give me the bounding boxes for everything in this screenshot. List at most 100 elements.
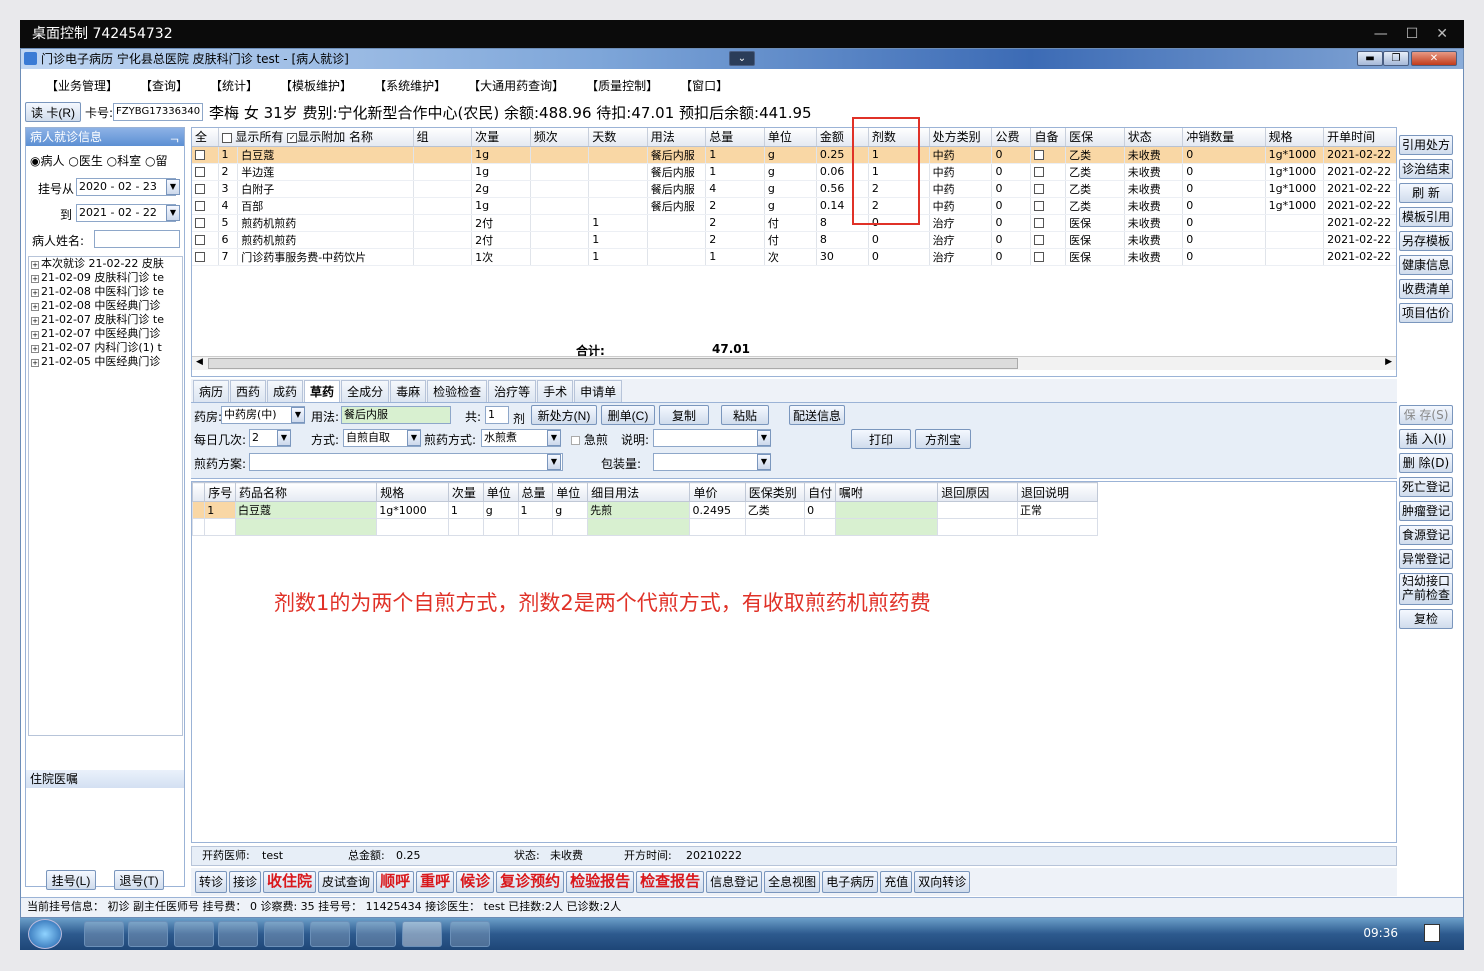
table-cell[interactable] bbox=[191, 518, 206, 536]
side-button[interactable]: 保 存(S) bbox=[1399, 405, 1453, 425]
expand-icon[interactable]: + bbox=[31, 345, 39, 353]
action-button[interactable]: 候诊 bbox=[456, 871, 495, 893]
self-provided-checkbox[interactable] bbox=[1034, 167, 1045, 177]
self-provided-checkbox[interactable] bbox=[1034, 218, 1045, 228]
side-button[interactable]: 引用处方 bbox=[1399, 135, 1453, 155]
menu-statistics[interactable]: 【统计】 bbox=[199, 77, 269, 94]
calendar-dropdown-icon[interactable]: ▼ bbox=[166, 205, 180, 221]
menu-window[interactable]: 【窗口】 bbox=[669, 77, 739, 94]
table-cell[interactable] bbox=[376, 518, 449, 536]
radio-stay[interactable]: ○留 bbox=[145, 154, 168, 168]
table-cell[interactable] bbox=[834, 518, 939, 536]
col-header[interactable]: 规格 bbox=[1265, 128, 1325, 147]
table-row[interactable]: 3 白附子 2g 餐后内服 4 g 0.56 2 中药 0 乙类 未收费 0 1g*1000 2021-02… bbox=[192, 180, 1396, 198]
start-button[interactable] bbox=[28, 919, 62, 949]
tab-item[interactable]: 西药 bbox=[230, 380, 267, 402]
taskbar-app-chrome[interactable] bbox=[128, 921, 168, 947]
show-extra-checkbox[interactable]: ✓ bbox=[287, 132, 298, 143]
empty-row[interactable] bbox=[191, 518, 1098, 536]
action-button[interactable]: 电子病历 bbox=[822, 871, 879, 893]
col-header[interactable]: 总量 bbox=[705, 128, 765, 147]
delete-prescription-button[interactable]: 删单(C) bbox=[601, 405, 655, 425]
table-row[interactable]: 7 门诊药事服务费-中药饮片 1次 1 1 次 30 0 治疗 0 医保 未收费 0 2021-02-22 bbox=[192, 248, 1396, 266]
side-button[interactable]: 模板引用 bbox=[1399, 207, 1453, 227]
expand-icon[interactable]: + bbox=[31, 261, 39, 269]
tree-node[interactable]: +21-02-08 中医经典门诊 bbox=[29, 299, 182, 313]
show-desktop-icon[interactable] bbox=[1424, 924, 1440, 942]
scroll-thumb[interactable] bbox=[208, 358, 1018, 369]
row-checkbox[interactable] bbox=[192, 231, 219, 249]
action-button[interactable]: 收住院 bbox=[263, 871, 317, 893]
action-button[interactable]: 重呼 bbox=[416, 871, 455, 893]
action-button[interactable]: 充值 bbox=[880, 871, 913, 893]
table-cell[interactable]: 1 bbox=[517, 501, 554, 519]
table-cell[interactable]: 乙类 bbox=[744, 501, 806, 519]
side-button[interactable]: 项目估价 bbox=[1399, 303, 1453, 323]
table-cell[interactable] bbox=[552, 518, 589, 536]
side-button[interactable]: 另存模板 bbox=[1399, 231, 1453, 251]
restore-icon[interactable]: ❐ bbox=[1383, 51, 1409, 66]
table-row[interactable]: 6 煎药机煎药 2付 1 2 付 8 0 治疗 0 医保 未收费 0 2021-02-22 bbox=[192, 231, 1396, 249]
side-button[interactable]: 插 入(I) bbox=[1399, 429, 1453, 449]
taskbar-app-3[interactable] bbox=[356, 921, 396, 947]
menu-template[interactable]: 【模板维护】 bbox=[269, 77, 363, 94]
expand-icon[interactable]: + bbox=[31, 303, 39, 311]
side-button[interactable]: 健康信息 bbox=[1399, 255, 1453, 275]
detail-col-header[interactable]: 医保类别 bbox=[744, 482, 806, 502]
tab-item[interactable]: 全成分 bbox=[341, 380, 390, 402]
expand-icon[interactable]: + bbox=[31, 359, 39, 367]
col-header[interactable]: 单位 bbox=[764, 128, 817, 147]
paste-button[interactable]: 粘贴 bbox=[721, 405, 769, 425]
tab-item[interactable]: 检验检查 bbox=[427, 380, 488, 402]
tree-node[interactable]: + 本次就诊 21-02-22 皮肤 bbox=[29, 257, 182, 271]
pin-icon[interactable]: ᆨ bbox=[169, 128, 180, 146]
table-row[interactable]: 4 百部 1g 餐后内服 2 g 0.14 2 中药 0 乙类 未收费 0 1g*1000 2021-02-… bbox=[192, 197, 1396, 215]
menu-drug-query[interactable]: 【大通用药查询】 bbox=[457, 77, 575, 94]
dispense-info-button[interactable]: 配送信息 bbox=[789, 405, 845, 425]
table-cell[interactable] bbox=[689, 518, 746, 536]
tree-node[interactable]: +21-02-07 内科门诊(1) t bbox=[29, 341, 182, 355]
minimize-icon[interactable]: ▬ bbox=[1357, 51, 1383, 66]
self-provided-checkbox[interactable] bbox=[1034, 235, 1045, 245]
chevron-down-icon[interactable]: ▼ bbox=[291, 407, 305, 423]
chevron-down-icon[interactable]: ▼ bbox=[407, 430, 421, 446]
action-button[interactable]: 接诊 bbox=[229, 871, 262, 893]
table-row[interactable]: 1 白豆蔻 1g*1000 1 g 1 g 先煎 0.2495 乙类 0 正常 bbox=[191, 501, 1098, 519]
radio-department[interactable]: ○科室 bbox=[107, 154, 142, 168]
table-cell[interactable] bbox=[234, 518, 378, 536]
taskbar-app-browser[interactable] bbox=[450, 921, 490, 947]
taskbar-app-2[interactable] bbox=[218, 921, 258, 947]
menu-business[interactable]: 【业务管理】 bbox=[35, 77, 129, 94]
patient-name-input[interactable] bbox=[94, 230, 180, 248]
register-button[interactable]: 挂号(L) bbox=[46, 870, 96, 890]
table-cell[interactable]: 1g*1000 bbox=[376, 501, 449, 519]
scroll-left-icon[interactable]: ◀ bbox=[196, 357, 203, 367]
close-icon[interactable]: ✕ bbox=[1411, 51, 1457, 66]
calendar-dropdown-icon[interactable]: ▼ bbox=[166, 179, 180, 195]
table-cell[interactable] bbox=[587, 518, 691, 536]
pack-select[interactable] bbox=[653, 453, 771, 471]
row-checkbox[interactable] bbox=[192, 180, 219, 198]
menu-system[interactable]: 【系统维护】 bbox=[363, 77, 457, 94]
action-button[interactable]: 检验报告 bbox=[566, 871, 635, 893]
table-cell[interactable] bbox=[834, 501, 939, 519]
chevron-down-icon[interactable]: ⌄ bbox=[729, 51, 755, 66]
tree-node[interactable]: +21-02-07 皮肤科门诊 te bbox=[29, 313, 182, 327]
row-checkbox[interactable] bbox=[192, 146, 219, 164]
reg-from-date[interactable]: 2020 - 02 - 23 bbox=[76, 178, 176, 196]
self-provided-checkbox[interactable] bbox=[1034, 252, 1045, 262]
tab-item[interactable]: 草药 bbox=[304, 380, 341, 402]
close-icon[interactable]: ✕ bbox=[1436, 20, 1448, 48]
table-row[interactable]: 1 白豆蔻 1g 餐后内服 1 g 0.25 1 中药 0 乙类 未收费 0 1g*1000 2021-02… bbox=[192, 146, 1396, 164]
scroll-right-icon[interactable]: ▶ bbox=[1385, 357, 1392, 367]
grid-scrollbar[interactable]: ◀ ▶ bbox=[192, 356, 1396, 370]
chevron-down-icon[interactable]: ▼ bbox=[547, 454, 561, 470]
tab-item[interactable]: 成药 bbox=[267, 380, 304, 402]
table-cell[interactable]: 白豆蔻 bbox=[234, 501, 378, 519]
row-checkbox[interactable] bbox=[192, 248, 219, 266]
col-header[interactable]: 次量 bbox=[471, 128, 531, 147]
tab-item[interactable]: 申请单 bbox=[574, 380, 623, 402]
card-number-field[interactable]: FZYBG17336340 bbox=[113, 103, 204, 121]
chevron-down-icon[interactable]: ▼ bbox=[277, 430, 291, 446]
table-cell[interactable]: 0 bbox=[804, 501, 836, 519]
